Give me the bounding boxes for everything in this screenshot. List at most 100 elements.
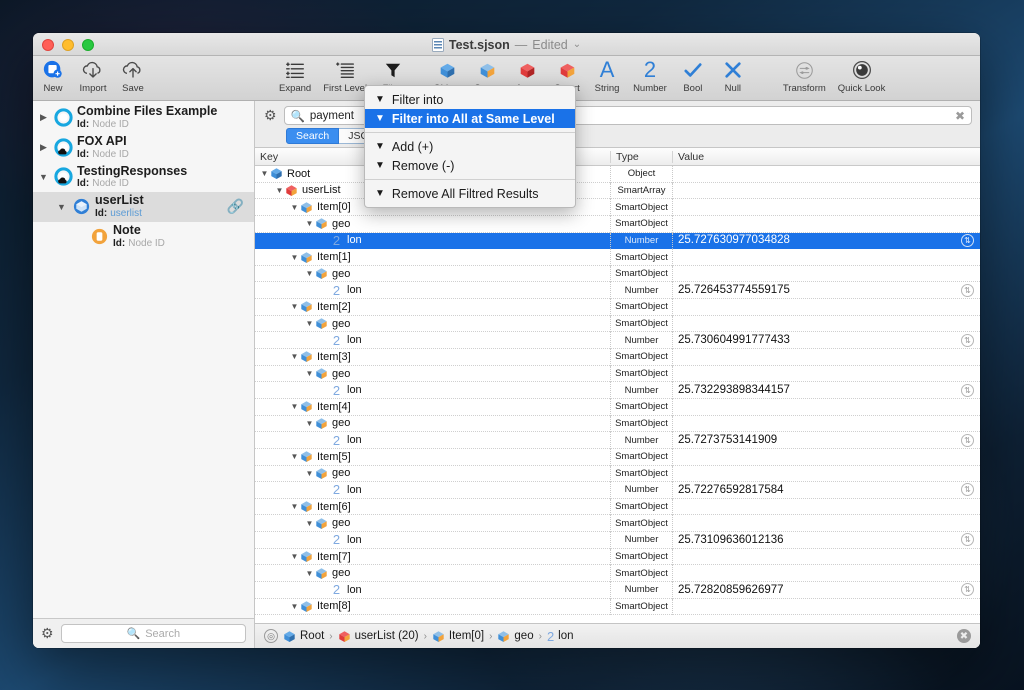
cell-value[interactable] bbox=[672, 182, 980, 200]
disclosure-triangle-icon[interactable]: ▼ bbox=[304, 519, 315, 528]
table-row[interactable]: ▼ geo SmartObject bbox=[255, 265, 980, 283]
breadcrumb-item[interactable]: userList (20) bbox=[338, 630, 419, 643]
cell-value[interactable] bbox=[672, 349, 980, 366]
cell-value[interactable]: 25.730604991777433 ⇅ bbox=[672, 332, 980, 350]
table-row[interactable]: ▼ geo SmartObject bbox=[255, 365, 980, 383]
menu-item-remove[interactable]: ▼ Remove (-) bbox=[365, 156, 575, 175]
gear-icon[interactable]: ⚙ bbox=[41, 625, 54, 642]
cell-value[interactable] bbox=[672, 166, 980, 183]
sidebar-item-combine-files-example[interactable]: ▶ Combine Files Example Id: Node ID bbox=[33, 103, 254, 133]
table-row[interactable]: ▼ Item[3] SmartObject bbox=[255, 349, 980, 366]
disclosure-triangle-icon[interactable]: ▼ bbox=[289, 402, 300, 411]
table-row[interactable]: ▼ Item[8] SmartObject bbox=[255, 598, 980, 616]
disclosure-triangle-icon[interactable]: ▶ bbox=[37, 142, 50, 153]
table-row[interactable]: 2 lon Number 25.7273753141909 ⇅ bbox=[255, 432, 980, 449]
table-row[interactable]: ▼ Item[5] SmartObject bbox=[255, 448, 980, 466]
menu-item-filter-into[interactable]: ▼ Filter into bbox=[365, 90, 575, 109]
tab-search[interactable]: Search bbox=[286, 128, 340, 144]
table-row[interactable]: ▼ geo SmartObject bbox=[255, 215, 980, 233]
menu-item-filter-into-all-at-same-level[interactable]: ▼ Filter into All at Same Level bbox=[365, 109, 575, 128]
cell-value[interactable] bbox=[672, 598, 980, 616]
disclosure-triangle-icon[interactable]: ▼ bbox=[304, 419, 315, 428]
disclosure-triangle-icon[interactable]: ▼ bbox=[304, 469, 315, 478]
value-stepper-button[interactable]: ⇅ bbox=[961, 483, 974, 497]
disclosure-triangle-icon[interactable]: ▼ bbox=[274, 186, 285, 195]
cell-value[interactable] bbox=[672, 299, 980, 316]
link-icon[interactable]: 🔗 bbox=[227, 198, 244, 215]
table-row[interactable]: 2 lon Number 25.72276592817584 ⇅ bbox=[255, 482, 980, 499]
cell-value[interactable] bbox=[672, 199, 980, 216]
toolbar-button-transform[interactable]: Transform bbox=[777, 58, 832, 94]
breadcrumb-item[interactable]: geo bbox=[497, 630, 534, 643]
disclosure-triangle-icon[interactable]: ▼ bbox=[37, 172, 50, 182]
clear-circle-icon[interactable]: ✖ bbox=[957, 629, 971, 643]
search-gear-icon[interactable]: ⚙ bbox=[264, 107, 277, 124]
value-stepper-button[interactable]: ⇅ bbox=[961, 433, 974, 447]
sidebar-item-note[interactable]: Note Id: Node ID bbox=[33, 222, 254, 252]
cell-value[interactable]: 25.73109636012136 ⇅ bbox=[672, 532, 980, 549]
disclosure-triangle-icon[interactable]: ▼ bbox=[289, 253, 300, 262]
value-stepper-button[interactable]: ⇅ bbox=[961, 533, 974, 547]
clear-search-icon[interactable]: ✖ bbox=[955, 109, 965, 123]
disclosure-triangle-icon[interactable]: ▼ bbox=[259, 169, 270, 178]
disclosure-triangle-icon[interactable]: ▼ bbox=[304, 319, 315, 328]
cell-value[interactable]: 25.72276592817584 ⇅ bbox=[672, 482, 980, 499]
table-row[interactable]: 2 lon Number 25.732293898344157 ⇅ bbox=[255, 382, 980, 399]
toolbar-button-import[interactable]: Import bbox=[73, 58, 113, 94]
toolbar-button-quick-look[interactable]: Quick Look bbox=[832, 58, 892, 94]
menu-item-remove-all-filtred-results[interactable]: ▼ Remove All Filtred Results bbox=[365, 184, 575, 203]
breadcrumb-item[interactable]: 2 lon bbox=[547, 629, 574, 644]
disclosure-triangle-icon[interactable]: ▼ bbox=[289, 502, 300, 511]
chevron-down-icon[interactable]: ⌄ bbox=[573, 39, 581, 50]
breadcrumb-item[interactable]: Item[0] bbox=[432, 630, 484, 643]
table-row[interactable]: ▼ Item[7] SmartObject bbox=[255, 548, 980, 566]
disclosure-triangle-icon[interactable]: ▼ bbox=[304, 369, 315, 378]
cell-value[interactable]: 25.72820859626977 ⇅ bbox=[672, 582, 980, 599]
column-header-value[interactable]: Value bbox=[672, 150, 980, 163]
disclosure-triangle-icon[interactable]: ▼ bbox=[289, 452, 300, 461]
table-row[interactable]: ▼ geo SmartObject bbox=[255, 315, 980, 333]
cell-value[interactable] bbox=[672, 498, 980, 516]
menu-item-add[interactable]: ▼ Add (+) bbox=[365, 137, 575, 156]
cell-value[interactable] bbox=[672, 448, 980, 466]
sidebar-search-input[interactable]: 🔍 Search bbox=[60, 624, 246, 643]
cell-value[interactable] bbox=[672, 548, 980, 566]
toolbar-button-expand[interactable]: Expand bbox=[273, 58, 317, 94]
sidebar-tree[interactable]: ▶ Combine Files Example Id: Node ID ▶ FOX API… bbox=[33, 101, 254, 618]
cell-value[interactable] bbox=[672, 465, 980, 483]
toolbar-button-null[interactable]: Null bbox=[713, 58, 753, 94]
table-row[interactable]: ▼ geo SmartObject bbox=[255, 415, 980, 433]
disclosure-triangle-icon[interactable]: ▼ bbox=[304, 219, 315, 228]
table-row[interactable]: 2 lon Number 25.730604991777433 ⇅ bbox=[255, 332, 980, 350]
cell-value[interactable]: 25.727630977034828 ⇅ bbox=[672, 232, 980, 250]
cell-value[interactable] bbox=[672, 565, 980, 583]
cell-value[interactable] bbox=[672, 515, 980, 533]
toolbar-button-bool[interactable]: Bool bbox=[673, 58, 713, 94]
sidebar-item-fox-api[interactable]: ▶ FOX API Id: Node ID bbox=[33, 133, 254, 163]
table-row[interactable]: ▼ Item[6] SmartObject bbox=[255, 498, 980, 516]
table-row[interactable]: ▼ geo SmartObject bbox=[255, 565, 980, 583]
json-tree-table[interactable]: ▼ Root Object ▼ userList SmartArray ▼ Item[0] Sm… bbox=[255, 166, 980, 623]
table-row[interactable]: ▼ Item[1] SmartObject bbox=[255, 249, 980, 266]
breadcrumb-item[interactable]: Root bbox=[283, 630, 324, 643]
toolbar-button-number[interactable]: 2 Number bbox=[627, 58, 673, 95]
toolbar-button-new[interactable]: New bbox=[33, 58, 73, 94]
table-row[interactable]: 2 lon Number 25.726453774559175 ⇅ bbox=[255, 282, 980, 300]
toolbar-button-save[interactable]: Save bbox=[113, 58, 153, 94]
cell-value[interactable] bbox=[672, 265, 980, 283]
value-stepper-button[interactable]: ⇅ bbox=[961, 383, 974, 397]
table-row[interactable]: ▼ Item[2] SmartObject bbox=[255, 299, 980, 316]
table-row[interactable]: ▼ geo SmartObject bbox=[255, 515, 980, 533]
target-circle-icon[interactable]: ◎ bbox=[264, 629, 278, 643]
table-row[interactable]: 2 lon Number 25.73109636012136 ⇅ bbox=[255, 532, 980, 549]
value-stepper-button[interactable]: ⇅ bbox=[961, 333, 974, 347]
disclosure-triangle-icon[interactable]: ▶ bbox=[37, 112, 50, 123]
cell-value[interactable] bbox=[672, 215, 980, 233]
cell-value[interactable] bbox=[672, 398, 980, 416]
table-row[interactable]: ▼ Item[4] SmartObject bbox=[255, 398, 980, 416]
cell-value[interactable]: 25.726453774559175 ⇅ bbox=[672, 282, 980, 300]
cell-value[interactable]: 25.732293898344157 ⇅ bbox=[672, 382, 980, 399]
disclosure-triangle-icon[interactable]: ▼ bbox=[289, 302, 300, 311]
table-row[interactable]: ▼ geo SmartObject bbox=[255, 465, 980, 483]
filter-dropdown-menu[interactable]: ▼ Filter into ▼ Filter into All at Same Lev… bbox=[364, 85, 576, 208]
